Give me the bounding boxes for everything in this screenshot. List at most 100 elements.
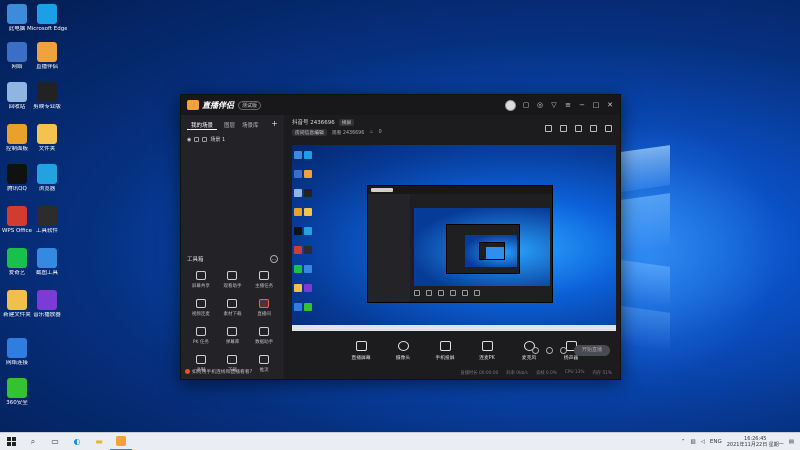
window-titlebar[interactable]: 直播伴侣 测试版 ▢ ◎ ▽ ≡ − □ ✕ [181,95,620,115]
desktop-icon-label: 360安全 [6,400,28,406]
delete-icon[interactable] [545,125,552,132]
desktop-icon[interactable]: Microsoft Edge [27,4,67,32]
toolbox-item[interactable]: 弹幕库 [217,327,249,345]
start-live-button[interactable]: 开始直播 [574,345,610,356]
bell-icon[interactable] [590,125,597,132]
toolbox-item[interactable]: PK 任务 [185,327,217,345]
status-item: 丢帧 0.0% [535,371,557,376]
start-button[interactable] [0,433,22,450]
desktop-icon[interactable]: 360安全 [0,378,37,406]
tab-scene-library[interactable]: 场景库 [242,121,259,130]
desktop-icon[interactable]: 文件夹 [27,124,67,152]
share-icon[interactable] [605,125,612,132]
notification-icon[interactable]: ▤ [789,439,794,445]
app-name: 直播伴侣 [202,100,234,110]
skin-icon[interactable]: ▽ [550,101,558,109]
app-icon [7,82,27,102]
preview-nested-window [367,185,553,303]
toolbox-item[interactable]: 观看助手 [217,271,249,289]
eye-icon[interactable]: ◉ [187,137,191,143]
settings-icon[interactable] [560,347,567,354]
menu-icon[interactable]: ≡ [564,101,572,109]
network-icon[interactable]: ▥ [690,439,695,445]
preview-desktop-icon [294,189,302,197]
toolbox-item[interactable]: 屏幕共享 [185,271,217,289]
tab-my-scenes[interactable]: 我的场景 [187,121,217,130]
source-action-button[interactable]: 连麦PK [472,341,502,361]
toolbox-item[interactable]: 直播间 [248,299,280,317]
toolbox-item[interactable]: 主播任务 [248,271,280,289]
taskbar: ⌕ ▭ ◐ ▬ ⌃ ▥ ◁ ENG 16:26:45 2021年11月22日 星… [0,432,800,450]
tray-chevron-icon[interactable]: ⌃ [681,439,686,445]
app-icon [7,4,27,24]
user-avatar[interactable] [505,99,516,111]
toolbox-item[interactable]: 数据助手 [248,327,280,345]
more-icon[interactable]: … [270,255,278,263]
search-icon[interactable]: ⌕ [22,433,44,450]
edge-icon[interactable]: ◐ [66,433,88,450]
source-action-button[interactable]: 摄像头 [388,341,418,361]
edit-room-button[interactable]: 房间信息编辑 [292,129,327,136]
toolbox-item[interactable]: 视频连麦 [185,299,217,317]
maximize-icon[interactable]: □ [592,101,600,109]
live-companion-taskbar-icon[interactable] [110,433,132,450]
volume-icon[interactable]: ◁ [701,439,705,445]
preview-desktop-icon [304,227,312,235]
help-notice[interactable]: 如何用手机连线和直播看看? [185,368,252,375]
live-preview[interactable] [292,145,616,331]
tool-label: 数据助手 [255,340,274,345]
nested-window-level2 [446,224,520,274]
room-meta: 观看 2436696 [331,131,365,136]
tool-icon [259,355,270,364]
message-icon[interactable]: ▢ [522,101,530,109]
layout-icon[interactable] [575,125,582,132]
app-icon [7,206,27,226]
desktop-icon[interactable]: 截图工具 [27,248,67,276]
toolbox-item[interactable]: 素材下载 [217,299,249,317]
tool-icon [195,355,206,364]
desktop-icon[interactable]: 工具软件 [27,206,67,234]
lock-icon[interactable] [560,125,567,132]
toolbox-item[interactable]: 推流 [248,355,280,373]
scene-name: 场景 1 [210,137,226,143]
nested-window-level3 [479,242,505,260]
minimize-icon[interactable]: − [578,101,586,109]
clock[interactable]: 16:26:45 2021年11月22日 星期一 [727,436,784,448]
tool-label: 推流 [259,368,269,373]
desktop-icon[interactable]: 剪映专业版 [27,82,67,110]
close-icon[interactable]: ✕ [606,101,614,109]
action-icon [355,341,367,351]
tab-layers[interactable]: 图层 [224,121,235,130]
desktop-icon[interactable]: 网络连接 [0,338,37,366]
desktop-icon-label: 音乐播放器 [33,312,61,318]
lock-icon[interactable] [194,137,200,142]
desktop-icon-label: 截图工具 [35,270,58,276]
file-explorer-icon[interactable]: ▬ [88,433,110,450]
app-icon [37,206,57,226]
task-view-icon[interactable]: ▭ [44,433,66,450]
preview-desktop-icon [294,246,302,254]
tool-label: 直播间 [257,312,271,317]
add-scene-button[interactable]: + [271,120,278,130]
bell-icon[interactable]: ◎ [536,101,544,109]
source-action-button[interactable]: 直播屏幕 [346,341,376,361]
app-icon [37,290,57,310]
tool-icon [259,327,270,336]
nested-preview-level3 [486,247,504,259]
desktop-icon[interactable]: 音乐播放器 [27,290,67,318]
action-label: 摄像头 [395,356,411,361]
tool-icon [227,355,238,364]
toolbox-grid: 屏幕共享 观看助手 主播任务 视频连麦 素材下载 直播间 PK 任务 弹幕库 数据助手 录制 下载推… [185,271,280,373]
app-icon [7,338,27,358]
desktop-icon[interactable]: 浏览器 [27,164,67,192]
scene-item[interactable]: ◉ 场景 1 [181,130,284,149]
app-logo-icon [187,100,199,110]
source-action-button[interactable]: 手机投屏 [430,341,460,361]
nested-titlebar [368,186,552,194]
beauty-icon[interactable] [546,347,553,354]
video-icon[interactable] [532,347,539,354]
orientation-tag[interactable]: 横屏 [338,118,355,126]
app-icon [7,42,27,62]
language-indicator[interactable]: ENG [710,439,722,445]
desktop-icon[interactable]: 直播伴侣 [27,42,67,70]
